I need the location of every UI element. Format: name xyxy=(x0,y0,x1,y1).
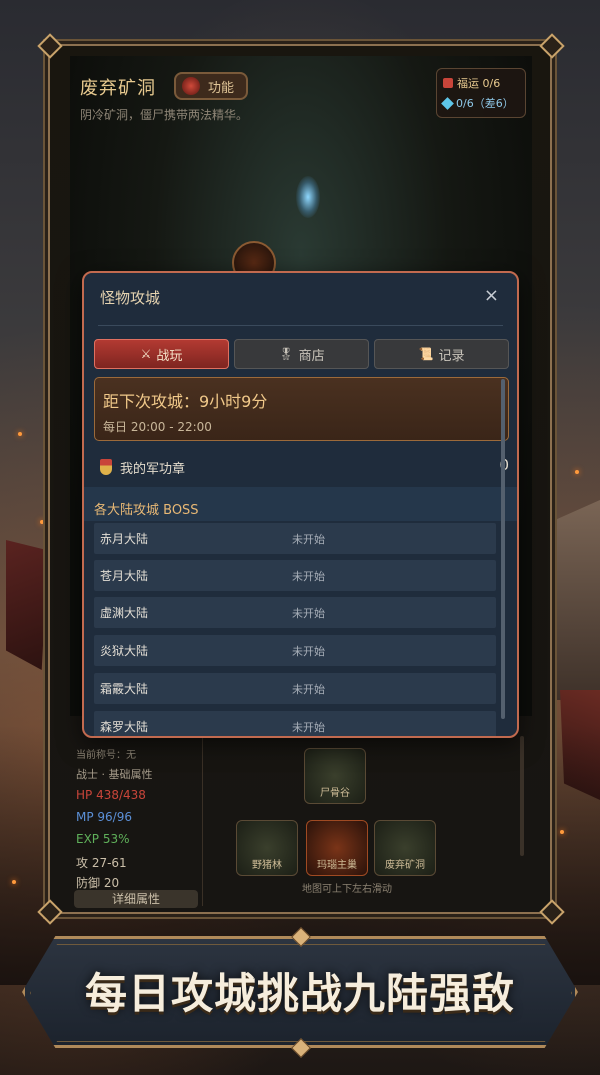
ember xyxy=(12,880,16,884)
character-stats: 当前称号：无 战士 · 基础属性 HP 438/438 MP 96/96 EXP… xyxy=(70,736,203,908)
diamond-row: 0/6（差6） xyxy=(441,95,514,111)
countdown-text: 距下次攻城：9小时9分 xyxy=(103,392,268,411)
mp-stat: MP 96/96 xyxy=(76,810,132,824)
modal-title: 怪物攻城 xyxy=(100,289,161,307)
scroll-icon: 📜 xyxy=(418,347,434,361)
map-tile-agate-nest[interactable]: 玛瑙主巢 xyxy=(306,820,368,876)
class-line: 战士 · 基础属性 xyxy=(76,768,153,781)
boss-continent-name: 炎狱大陆 xyxy=(100,644,149,658)
panel-scrollbar[interactable] xyxy=(520,736,524,856)
boss-continent-name: 森罗大陆 xyxy=(100,720,149,734)
ghost-wisp xyxy=(296,176,320,218)
list-item[interactable]: 苍月大陆 未开始 xyxy=(94,560,496,591)
list-item[interactable]: 赤月大陆 未开始 xyxy=(94,523,496,554)
siege-countdown-card: 距下次攻城：9小时9分 每日 20:00 - 22:00 xyxy=(94,377,509,441)
boss-status: 未开始 xyxy=(292,607,325,620)
tab-shop[interactable]: 🎖 商店 xyxy=(234,339,369,369)
tab-shop-label: 商店 xyxy=(298,348,325,364)
siege-schedule: 每日 20:00 - 22:00 xyxy=(103,420,212,434)
boss-status: 未开始 xyxy=(292,570,325,583)
boss-continent-name: 虚渊大陆 xyxy=(100,606,149,620)
list-item[interactable]: 炎狱大陆 未开始 xyxy=(94,635,496,666)
ember xyxy=(18,432,22,436)
boss-continent-name: 霜霰大陆 xyxy=(100,682,149,696)
merit-label: 我的军功章 xyxy=(120,462,186,477)
fortune-text: 福运 0/6 xyxy=(457,77,501,90)
promo-banner-text: 每日攻城挑战九陆强敌 xyxy=(84,969,515,1018)
medal-icon: 🎖 xyxy=(278,347,294,361)
boss-continent-name: 赤月大陆 xyxy=(100,532,149,546)
detail-stats-button[interactable]: 详细属性 xyxy=(74,890,198,908)
function-button[interactable]: 功能 xyxy=(174,72,248,100)
location-title: 废弃矿洞 xyxy=(80,78,156,99)
merit-row: 我的军功章 0 xyxy=(94,449,509,485)
location-description: 阴冷矿洞，僵尸携带两法精华。 xyxy=(80,108,249,122)
fortune-row: 福运 0/6 xyxy=(443,75,500,91)
hp-stat: HP 438/438 xyxy=(76,788,146,802)
tab-battle-label: 战玩 xyxy=(156,348,183,364)
war-banner-left xyxy=(6,540,48,670)
list-item[interactable]: 虚渊大陆 未开始 xyxy=(94,597,496,628)
attack-stat: 攻 27-61 xyxy=(76,856,127,870)
defense-stat: 防御 20 xyxy=(76,876,120,890)
boss-status: 未开始 xyxy=(292,683,325,696)
title-line: 当前称号：无 xyxy=(76,750,136,761)
city-tower xyxy=(550,500,600,700)
boss-status: 未开始 xyxy=(292,721,325,734)
resource-box[interactable]: 福运 0/6 0/6（差6） xyxy=(436,68,526,118)
tab-records[interactable]: 📜 记录 xyxy=(374,339,509,369)
boss-continent-name: 苍月大陆 xyxy=(100,569,149,583)
ember xyxy=(575,470,579,474)
map-scroll-hint: 地图可上下左右滑动 xyxy=(302,884,392,895)
boss-section-title: 各大陆攻城 BOSS xyxy=(94,503,199,518)
list-item[interactable]: 霜霰大陆 未开始 xyxy=(94,673,496,704)
exp-stat: EXP 53% xyxy=(76,832,130,846)
boss-status: 未开始 xyxy=(292,533,325,546)
close-icon[interactable]: × xyxy=(484,285,499,306)
modal-scrollbar[interactable] xyxy=(501,379,505,719)
map-tile-bone-valley[interactable]: 尸骨谷 xyxy=(304,748,366,804)
function-button-label: 功能 xyxy=(207,80,234,96)
diamond-text: 0/6（差6） xyxy=(456,97,514,110)
tab-records-label: 记录 xyxy=(438,348,465,364)
ember xyxy=(40,520,44,524)
tab-battle[interactable]: ⚔ 战玩 xyxy=(94,339,229,369)
ember xyxy=(560,830,564,834)
map-tile-boar-forest[interactable]: 野猪林 xyxy=(236,820,298,876)
medal-icon xyxy=(100,459,112,475)
siege-modal: 怪物攻城 × ⚔ 战玩 🎖 商店 📜 记录 距下次攻城：9小时9分 每日 20:… xyxy=(82,271,519,738)
list-item[interactable]: 森罗大陆 未开始 xyxy=(94,711,496,736)
swords-icon: ⚔ xyxy=(140,347,152,361)
gift-icon xyxy=(443,78,453,88)
function-gem-icon xyxy=(182,77,200,95)
map-tile-abandoned-mine[interactable]: 废弃矿洞 xyxy=(374,820,436,876)
diamond-icon xyxy=(441,96,454,110)
modal-divider xyxy=(98,325,503,326)
bottom-panel: 当前称号：无 战士 · 基础属性 HP 438/438 MP 96/96 EXP… xyxy=(70,736,532,908)
boss-status: 未开始 xyxy=(292,645,325,658)
